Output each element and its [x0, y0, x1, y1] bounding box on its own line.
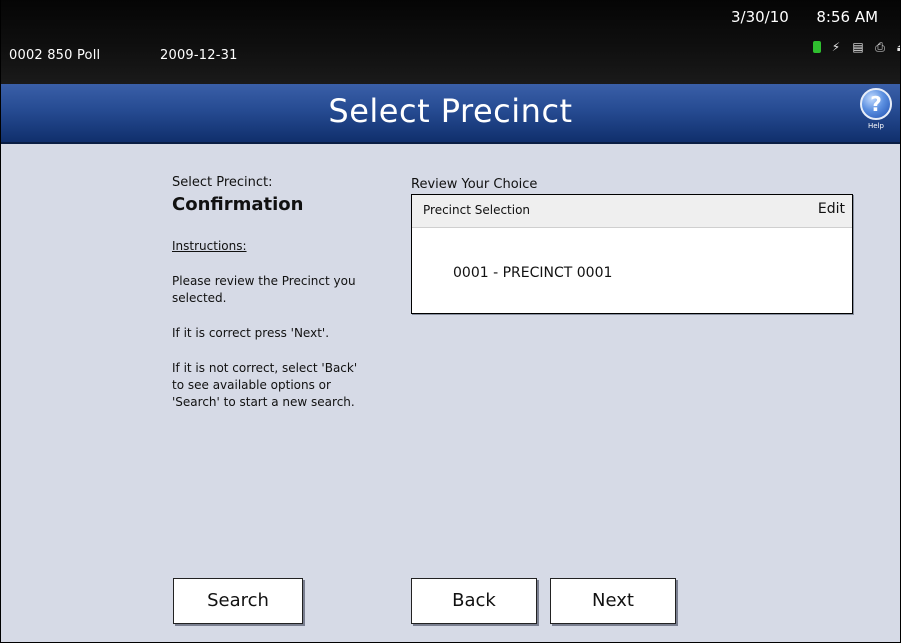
instruction-text-1: Please review the Precinct you selected.	[172, 274, 356, 305]
lock-icon: ⏏	[895, 40, 900, 54]
back-button[interactable]: Back	[411, 578, 537, 624]
selected-precinct: 0001 - PRECINCT 0001	[453, 265, 613, 281]
screen-subtitle: Confirmation	[172, 194, 304, 215]
date-display: 3/30/10	[731, 8, 789, 26]
screen-label: Select Precinct:	[172, 175, 273, 190]
instruction-text-2: If it is correct press 'Next'.	[172, 326, 330, 340]
instruction-text-3: If it is not correct, select 'Back' to s…	[172, 361, 358, 409]
main-content: Select Precinct: Confirmation Instructio…	[1, 144, 900, 642]
edit-button[interactable]: Edit	[818, 201, 845, 217]
app-window: 0002 850 Poll 2009-12-31 3/30/10 8:56 AM…	[0, 0, 901, 643]
printer-icon: ⎙	[875, 40, 885, 54]
status-icons: ⚡ ▤ ⎙ ⏏	[813, 40, 900, 54]
review-box: Precinct Selection Edit 0001 - PRECINCT …	[411, 194, 853, 314]
page-title: Select Precinct	[328, 92, 573, 130]
instructions-panel: Select Precinct: Confirmation Instructio…	[172, 175, 372, 411]
review-label: Review Your Choice	[411, 177, 538, 192]
status-bar: 0002 850 Poll 2009-12-31 3/30/10 8:56 AM…	[1, 0, 900, 84]
review-header-label: Precinct Selection	[423, 203, 531, 217]
review-header: Precinct Selection Edit	[412, 195, 852, 228]
help-button[interactable]: ? Help	[858, 88, 894, 138]
time-display: 8:56 AM	[816, 8, 879, 26]
search-button[interactable]: Search	[173, 578, 303, 624]
help-label: Help	[868, 122, 884, 130]
battery-icon	[813, 41, 821, 53]
next-button[interactable]: Next	[550, 578, 676, 624]
poll-id: 0002 850 Poll	[9, 48, 101, 63]
datetime: 3/30/10 8:56 AM	[731, 8, 878, 26]
power-plug-icon: ⚡	[831, 40, 841, 54]
instructions-heading: Instructions:	[172, 239, 247, 253]
poll-date: 2009-12-31	[160, 48, 238, 63]
memory-card-icon: ▤	[852, 40, 864, 54]
help-icon: ?	[860, 88, 892, 120]
title-bar: Select Precinct ? Help	[1, 84, 900, 144]
